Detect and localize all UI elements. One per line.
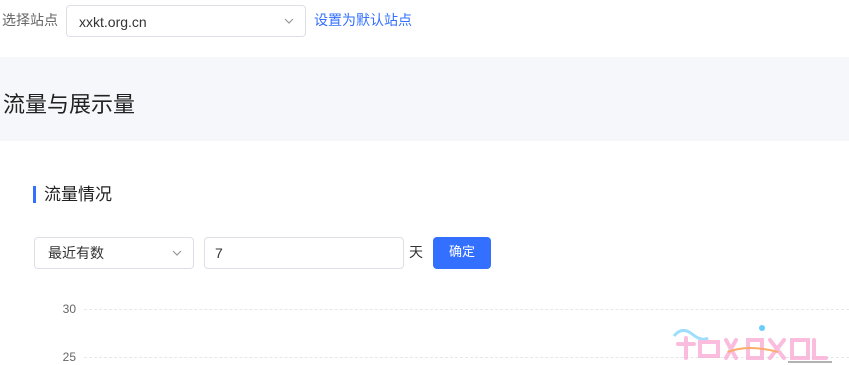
days-input[interactable] xyxy=(204,237,404,269)
watermark-logo xyxy=(672,325,832,363)
range-select[interactable]: 最近有数 xyxy=(34,237,194,269)
y-axis-tick: 25 xyxy=(62,350,76,364)
page-title: 流量与展示量 xyxy=(3,93,136,118)
range-select-value: 最近有数 xyxy=(48,246,104,262)
confirm-button[interactable]: 确定 xyxy=(433,237,491,269)
site-select-value: xxkt.org.cn xyxy=(79,14,147,30)
section-title: 流量情况 xyxy=(44,185,112,205)
set-default-site-link[interactable]: 设置为默认站点 xyxy=(314,12,412,30)
chevron-down-icon xyxy=(284,18,294,24)
y-axis-tick: 30 xyxy=(62,302,76,316)
section-accent-bar xyxy=(33,186,36,203)
grid-line xyxy=(84,309,849,310)
chevron-down-icon xyxy=(172,250,182,256)
days-unit-label: 天 xyxy=(409,245,423,261)
site-selector-row: 选择站点 xxkt.org.cn 设置为默认站点 xyxy=(0,0,849,50)
site-select[interactable]: xxkt.org.cn xyxy=(66,5,306,37)
site-selector-label: 选择站点 xyxy=(2,13,58,29)
